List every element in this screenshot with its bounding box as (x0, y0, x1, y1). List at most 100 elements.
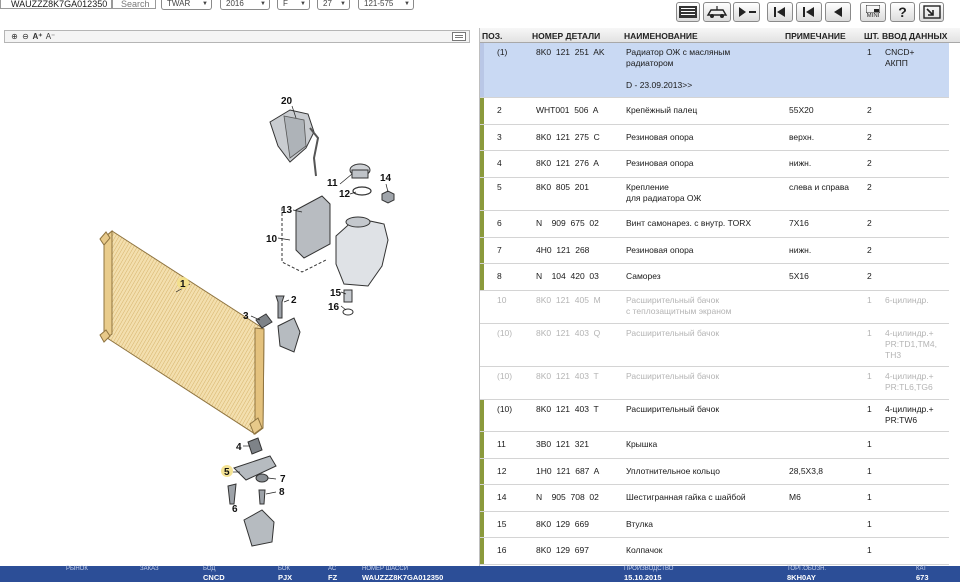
bushing[interactable] (343, 289, 353, 303)
table-row[interactable]: 7 4H0 121 268 Резиновая опора нижн. 2 (480, 238, 950, 264)
cell-name: Резиновая опора (626, 245, 694, 255)
cap-small[interactable] (342, 308, 354, 316)
table-scrollbar[interactable] (949, 43, 960, 566)
table-row[interactable]: 16 8K0 129 697 Колпачок 1 (480, 538, 950, 565)
list-view-button[interactable] (676, 2, 700, 22)
mini-view-button[interactable]: MINI (860, 2, 886, 22)
col-header-part-number[interactable]: НОМЕР ДЕТАЛИ (532, 31, 600, 41)
table-row[interactable]: 8 N 104 420 03 Саморез 5X16 2 (480, 264, 950, 291)
mounting-pin[interactable] (275, 295, 285, 319)
callout-5[interactable]: 5 (224, 467, 230, 478)
back-button[interactable] (825, 2, 851, 22)
illustration-select[interactable]: 121-575 ▼ (358, 0, 414, 10)
font-size-up-icon[interactable]: A⁺ (32, 32, 43, 42)
col-header-data-input[interactable]: ВВОД ДАННЫХ (882, 31, 947, 41)
callout-12[interactable]: 12 (339, 189, 351, 200)
table-row[interactable]: 2 WHT001 506 A Крепёжный палец 55X20 2 (480, 98, 950, 125)
callout-7[interactable]: 7 (280, 474, 286, 485)
callout-10[interactable]: 10 (266, 234, 278, 245)
search-button[interactable]: Search (112, 0, 156, 9)
table-row[interactable]: 12 1H0 121 687 A Уплотнительное кольцо 28,5… (480, 459, 950, 485)
rubber-mount-support[interactable] (255, 473, 269, 483)
radiator[interactable] (99, 229, 265, 435)
status-label-chassis: НОМЕР ШАССИ (362, 566, 409, 572)
top-toolbar: WAUZZZ8K7GA012350 Search TWAR ▼ 2016 ▼ F ▼ … (0, 0, 960, 27)
cell-pos: 2 (497, 105, 502, 115)
group-select[interactable]: F ▼ (277, 0, 310, 10)
status-label-order: ЗАКАЗ (140, 566, 159, 572)
callout-13[interactable]: 13 (281, 205, 293, 216)
parts-table: ПОЗ. НОМЕР ДЕТАЛИ НАИМЕНОВАНИЕ ПРИМЕЧАНИ… (479, 28, 960, 566)
col-header-pos[interactable]: ПОЗ. (482, 31, 502, 41)
cell-qty: 2 (867, 105, 872, 115)
radiator-bracket-lower[interactable] (233, 455, 277, 481)
year-select[interactable]: 2016 ▼ (220, 0, 270, 10)
callout-1[interactable]: 1 (180, 279, 186, 290)
callout-11[interactable]: 11 (327, 178, 338, 189)
cell-pos: 11 (497, 439, 506, 449)
first-page-button[interactable] (767, 2, 793, 22)
callout-2[interactable]: 2 (291, 295, 297, 306)
col-header-qty[interactable]: ШТ. (864, 31, 879, 41)
callout-3[interactable]: 3 (243, 311, 249, 322)
callout-6[interactable]: 6 (232, 504, 238, 515)
vin-input[interactable]: WAUZZZ8K7GA012350 (0, 0, 112, 9)
status-value-engine: CNCD (203, 573, 225, 582)
zoom-in-icon[interactable]: ⊕ (9, 32, 20, 42)
table-row[interactable]: 4 8K0 121 276 A Резиновая опора нижн. 2 (480, 151, 950, 178)
table-row[interactable]: 3 8K0 121 275 C Резиновая опора верхн. 2 (480, 125, 950, 151)
callout-14[interactable]: 14 (380, 173, 392, 184)
hex-nut[interactable] (381, 190, 395, 204)
screw[interactable] (258, 489, 266, 505)
coolant-expansion-tank[interactable] (335, 216, 389, 287)
col-header-name[interactable]: НАИМЕНОВАНИЕ (624, 31, 698, 41)
export-button[interactable] (919, 2, 944, 22)
callout-16[interactable]: 16 (328, 302, 340, 313)
status-label-production: ПРОИЗВОДСТВО (624, 566, 674, 572)
air-guide-bracket[interactable] (243, 509, 275, 547)
table-row[interactable]: 14 N 905 708 02 Шестигранная гайка с шайбо… (480, 485, 950, 512)
row-marker (480, 178, 484, 210)
table-row[interactable]: 6 N 909 675 02 Винт самонарез. с внутр. TO… (480, 211, 950, 238)
previous-page-button[interactable] (796, 2, 822, 22)
radiator-bracket-upper[interactable] (277, 317, 301, 353)
subgroup-select[interactable]: 27 ▼ (317, 0, 350, 10)
table-row[interactable]: (10) 8K0 121 403 Q Расширительный бачок 1 4-… (480, 324, 950, 367)
table-row[interactable]: (1) 8K0 121 251 AK Радиатор ОЖ с масляным … (480, 43, 950, 98)
cell-pos: 10 (497, 295, 507, 305)
help-button[interactable]: ? (890, 2, 915, 22)
market-select[interactable]: TWAR ▼ (161, 0, 212, 10)
table-row[interactable]: 5 8K0 805 201 Крепление для радиатора ОЖ сл… (480, 178, 950, 211)
table-row[interactable]: 15 8K0 129 669 Втулка 1 (480, 512, 950, 538)
cell-name: Крышка (626, 439, 658, 449)
zoom-out-icon[interactable]: ⊖ (20, 32, 31, 42)
col-header-note[interactable]: ПРИМЕЧАНИЕ (785, 31, 846, 41)
expansion-tank-shield[interactable] (269, 109, 320, 177)
callout-15[interactable]: 15 (330, 288, 342, 299)
callout-4[interactable]: 4 (236, 442, 242, 453)
cell-part: 8K0 121 403 Q (536, 328, 601, 338)
cell-pos: 14 (497, 492, 507, 502)
cell-pos: 7 (497, 245, 502, 255)
status-label-gearbox: БОК (278, 566, 291, 572)
table-row[interactable]: (10) 8K0 121 403 T Расширительный бачок 1 4-… (480, 400, 950, 432)
cell-qty: 2 (867, 271, 872, 281)
font-size-down-icon[interactable]: A⁻ (45, 32, 56, 42)
rubber-mount-lower[interactable] (247, 437, 263, 455)
cell-qty: 1 (867, 47, 872, 57)
help-icon: ? (898, 4, 907, 20)
table-row[interactable]: 10 8K0 121 405 M Расширительный бачок с те… (480, 291, 950, 324)
callout-8[interactable]: 8 (279, 487, 285, 498)
sealing-ring[interactable] (352, 186, 372, 196)
status-value-axle: FZ (328, 573, 338, 582)
table-row[interactable]: (10) 8K0 121 403 T Расширительный бачок 1 4-… (480, 367, 950, 400)
table-row[interactable]: 11 3B0 121 321 Крышка 1 (480, 432, 950, 459)
play-menu-button[interactable] (733, 2, 760, 22)
self-tapping-screw[interactable] (227, 483, 237, 505)
cell-pos: 12 (497, 466, 507, 476)
row-marker (480, 43, 484, 97)
tank-cap[interactable] (349, 163, 371, 179)
callout-20[interactable]: 20 (281, 96, 293, 107)
vehicle-button[interactable] (703, 2, 731, 22)
layout-toggle-icon[interactable] (452, 32, 466, 41)
